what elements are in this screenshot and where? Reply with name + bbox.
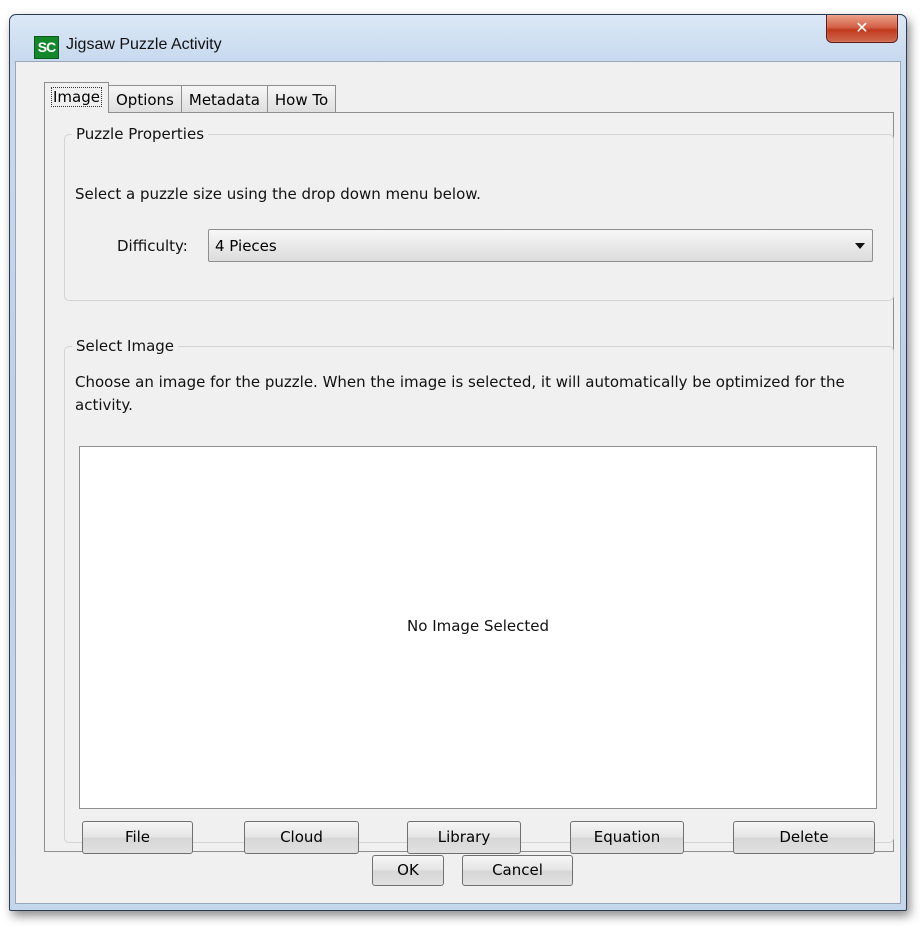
tab-options[interactable]: Options [107, 85, 182, 113]
dialog-client: Image Options Metadata How To Puzzle Pro… [15, 61, 901, 904]
difficulty-value: 4 Pieces [215, 237, 277, 255]
dialog-footer: OK Cancel [16, 833, 900, 903]
no-image-placeholder: No Image Selected [407, 617, 549, 635]
tab-bar: Image Options Metadata How To [44, 82, 337, 113]
close-icon: ✕ [855, 18, 869, 37]
puzzle-properties-legend: Puzzle Properties [76, 125, 205, 143]
close-button[interactable]: ✕ [826, 15, 898, 43]
select-image-group: Select Image Choose an image for the puz… [64, 337, 894, 854]
difficulty-label: Difficulty: [117, 237, 188, 255]
tab-image-label: Image [51, 87, 102, 107]
image-tab-panel: Puzzle Properties Select a puzzle size u… [44, 112, 894, 854]
dropdown-arrow-icon [855, 243, 865, 249]
app-icon: SC [34, 36, 59, 59]
select-image-description: Choose an image for the puzzle. When the… [75, 373, 845, 414]
select-image-legend: Select Image [76, 337, 175, 355]
dialog-window: SC Jigsaw Puzzle Activity ✕ Image Option… [9, 14, 907, 911]
window-title: Jigsaw Puzzle Activity [66, 36, 222, 53]
tab-image[interactable]: Image [44, 82, 109, 113]
difficulty-dropdown[interactable]: 4 Pieces [208, 229, 873, 262]
image-preview-area[interactable]: No Image Selected [79, 446, 877, 809]
title-bar[interactable]: SC Jigsaw Puzzle Activity ✕ [10, 15, 906, 61]
puzzle-properties-description: Select a puzzle size using the drop down… [75, 185, 481, 203]
puzzle-properties-group: Puzzle Properties Select a puzzle size u… [64, 125, 894, 301]
tab-metadata[interactable]: Metadata [180, 85, 268, 113]
tab-how-to[interactable]: How To [266, 85, 337, 113]
ok-button[interactable]: OK [372, 855, 444, 886]
cancel-button[interactable]: Cancel [462, 855, 573, 886]
